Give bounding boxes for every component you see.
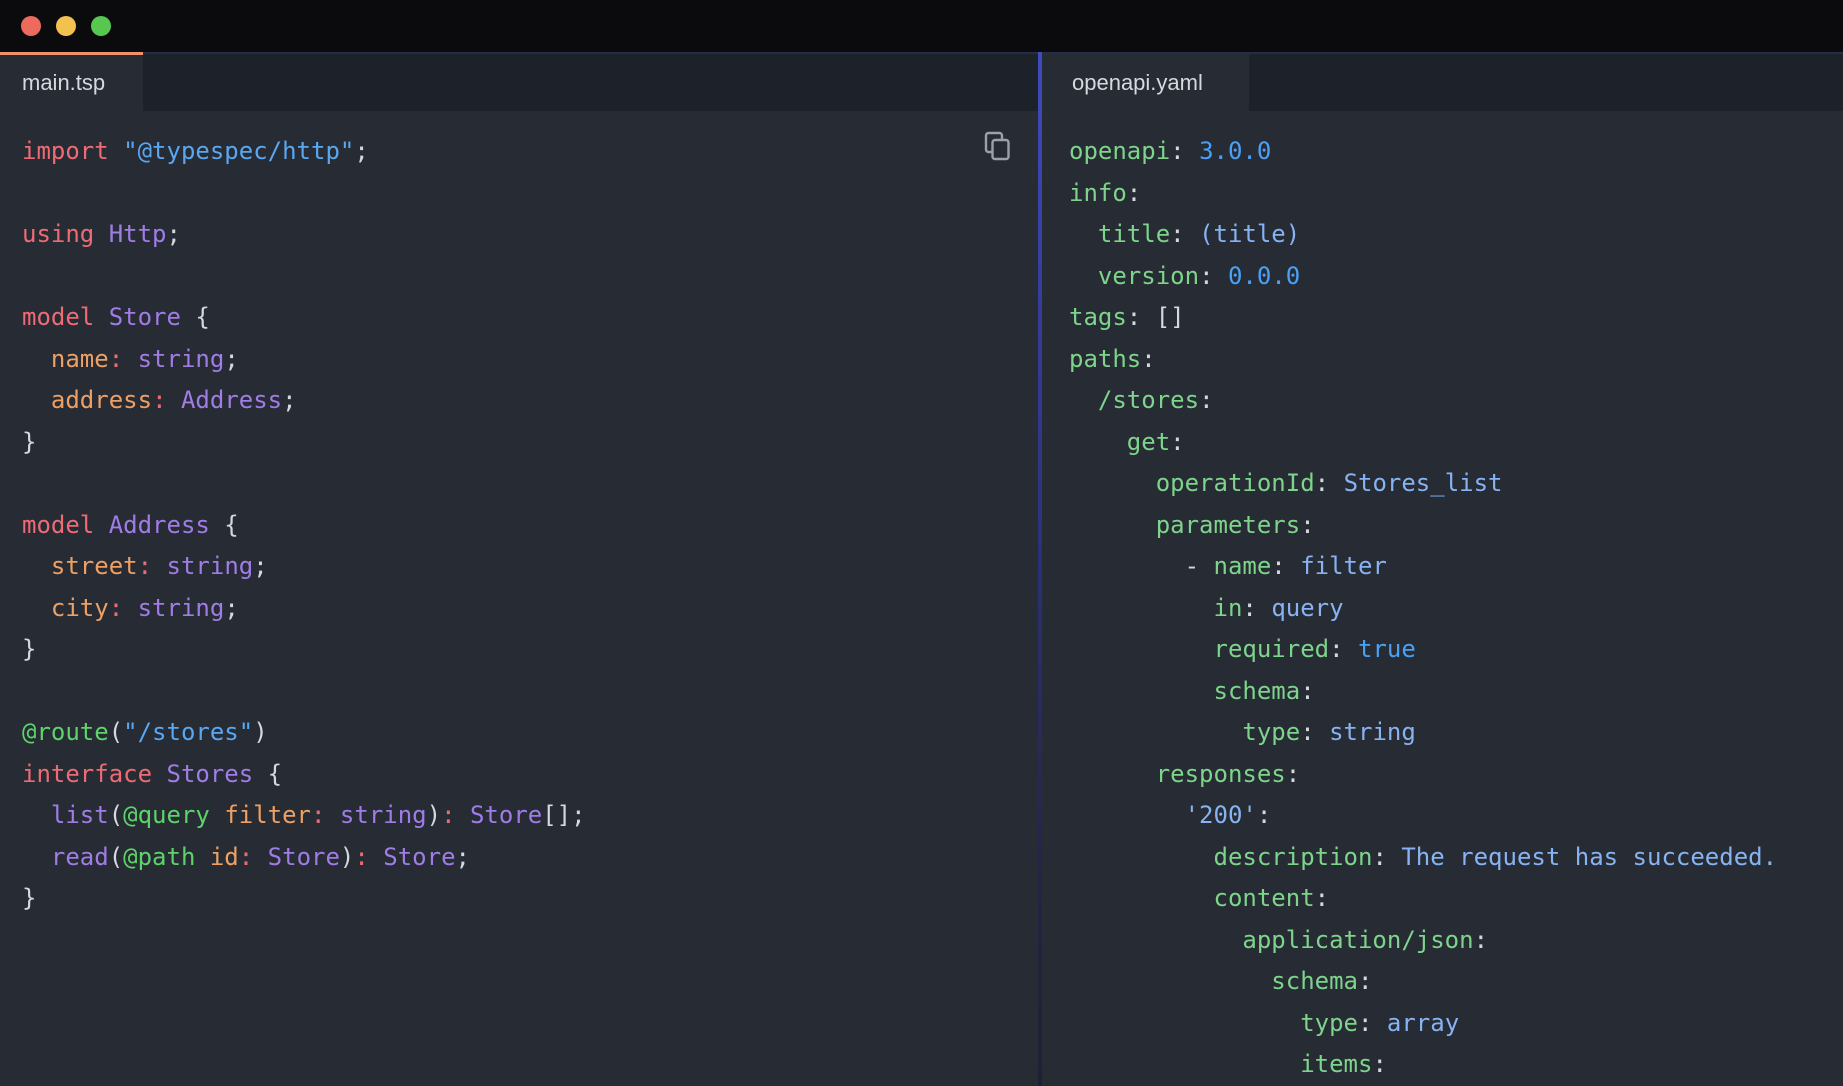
code-line: tags: []: [1069, 297, 1843, 339]
code-line: - name: filter: [1069, 546, 1843, 588]
tab-main-tsp-label: main.tsp: [22, 70, 105, 96]
code-line: items:: [1069, 1044, 1843, 1086]
code-line: required: true: [1069, 629, 1843, 671]
editor-tabbar: main.tsp: [0, 52, 1038, 111]
code-line: '200':: [1069, 795, 1843, 837]
window-controls: [21, 16, 111, 36]
code-line: read(@path id: Store): Store;: [22, 837, 1038, 879]
code-line: type: string: [1069, 712, 1843, 754]
split-view: main.tsp import "@typespec/http"; using H…: [0, 52, 1843, 1086]
code-line: version: 0.0.0: [1069, 256, 1843, 298]
code-line: schema:: [1069, 671, 1843, 713]
zoom-window-button[interactable]: [91, 16, 111, 36]
code-line: }: [22, 422, 1038, 464]
code-line: description: The request has succeeded.: [1069, 837, 1843, 879]
close-window-button[interactable]: [21, 16, 41, 36]
code-line: info:: [1069, 173, 1843, 215]
code-line: paths:: [1069, 339, 1843, 381]
editor-pane: main.tsp import "@typespec/http"; using H…: [0, 52, 1038, 1086]
code-line: list(@query filter: string): Store[];: [22, 795, 1038, 837]
playground-window: main.tsp import "@typespec/http"; using H…: [0, 0, 1843, 1086]
code-line: operationId: Stores_list: [1069, 463, 1843, 505]
typespec-editor[interactable]: import "@typespec/http"; using Http; model…: [0, 111, 1038, 1086]
code-line: [22, 173, 1038, 215]
code-line: schema:: [1069, 961, 1843, 1003]
code-line: interface Stores {: [22, 754, 1038, 796]
code-line: [22, 671, 1038, 713]
titlebar: [0, 0, 1843, 52]
code-line: get:: [1069, 422, 1843, 464]
code-line: content:: [1069, 878, 1843, 920]
output-pane: openapi.yaml openapi: 3.0.0info: title: …: [1042, 52, 1843, 1086]
output-tabbar: openapi.yaml: [1042, 52, 1843, 111]
code-line: }: [22, 629, 1038, 671]
copy-icon: [984, 131, 1011, 162]
code-line: using Http;: [22, 214, 1038, 256]
code-line: city: string;: [22, 588, 1038, 630]
tab-openapi-yaml-label: openapi.yaml: [1072, 70, 1203, 96]
code-line: [22, 256, 1038, 298]
code-line: }: [22, 878, 1038, 920]
code-line: name: string;: [22, 339, 1038, 381]
code-line: openapi: 3.0.0: [1069, 131, 1843, 173]
copy-button[interactable]: [984, 131, 1011, 162]
code-line: application/json:: [1069, 920, 1843, 962]
openapi-output-viewer[interactable]: openapi: 3.0.0info: title: (title) versi…: [1042, 111, 1843, 1086]
code-line: parameters:: [1069, 505, 1843, 547]
typespec-code: import "@typespec/http"; using Http; model…: [0, 111, 1038, 920]
code-line: address: Address;: [22, 380, 1038, 422]
minimize-window-button[interactable]: [56, 16, 76, 36]
code-line: model Address {: [22, 505, 1038, 547]
code-line: street: string;: [22, 546, 1038, 588]
code-line: @route("/stores"): [22, 712, 1038, 754]
code-line: import "@typespec/http";: [22, 131, 1038, 173]
code-line: responses:: [1069, 754, 1843, 796]
tab-openapi-yaml[interactable]: openapi.yaml: [1042, 54, 1249, 111]
code-line: [22, 463, 1038, 505]
code-line: /stores:: [1069, 380, 1843, 422]
code-line: in: query: [1069, 588, 1843, 630]
code-line: model Store {: [22, 297, 1038, 339]
tab-main-tsp[interactable]: main.tsp: [0, 54, 143, 111]
code-line: title: (title): [1069, 214, 1843, 256]
code-line: type: array: [1069, 1003, 1843, 1045]
openapi-yaml-code: openapi: 3.0.0info: title: (title) versi…: [1042, 111, 1843, 1086]
